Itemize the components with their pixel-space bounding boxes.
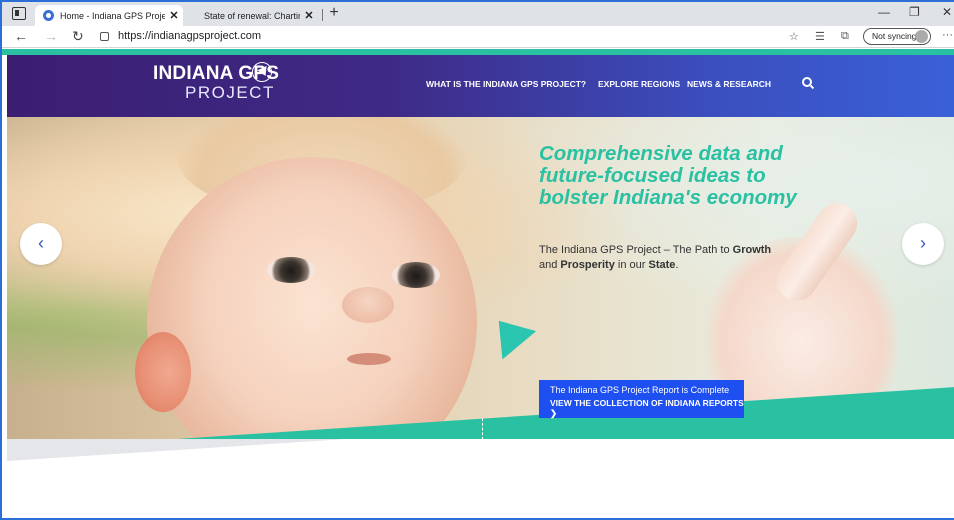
- hero-subtitle-text: in our: [614, 259, 649, 271]
- restore-button[interactable]: ❐: [909, 5, 920, 19]
- settings-menu-button[interactable]: ···: [942, 29, 953, 41]
- hero-subtitle-growth: Growth: [732, 244, 772, 256]
- logo-sub-text: PROJECT: [185, 83, 275, 102]
- tab-state-of-renewal[interactable]: State of renewal: Charting a new ✕: [190, 5, 318, 26]
- gray-wedge-shape: [7, 439, 347, 461]
- url-field[interactable]: https://indianagpsproject.com: [118, 30, 261, 42]
- hero-photo-nose: [342, 287, 394, 323]
- nav-news-research[interactable]: NEWS & RESEARCH: [687, 79, 771, 89]
- hero-subtitle-prosperity: Prosperity: [560, 259, 615, 271]
- tab-title: State of renewal: Charting a new: [204, 10, 300, 21]
- hero-photo-mouth: [347, 353, 391, 365]
- site-logo[interactable]: INDIANA GPS PROJECT: [153, 62, 279, 102]
- hero-subtitle: The Indiana GPS Project – The Path to Gr…: [539, 243, 789, 273]
- paper-plane-icon: [481, 306, 537, 360]
- back-button[interactable]: ←: [14, 28, 28, 44]
- close-tab-icon[interactable]: ✕: [300, 9, 318, 22]
- search-icon[interactable]: [802, 77, 812, 87]
- avatar: [915, 30, 928, 43]
- close-window-button[interactable]: ✕: [942, 5, 952, 19]
- nav-what-is[interactable]: WHAT IS THE INDIANA GPS PROJECT?: [426, 79, 586, 89]
- hero-subtitle-text: The Indiana GPS Project – The Path to: [539, 244, 733, 256]
- forward-button[interactable]: →: [44, 28, 58, 44]
- compass-icon: [252, 62, 272, 82]
- browser-window: Home - Indiana GPS Project ✕ State of re…: [0, 0, 954, 520]
- minimize-button[interactable]: —: [878, 5, 890, 19]
- tab-divider: [322, 9, 323, 21]
- hero-photo-eye: [392, 262, 440, 288]
- hero-subtitle-text: and: [539, 259, 561, 271]
- collections-icon[interactable]: ⧉: [841, 30, 849, 43]
- refresh-button[interactable]: ↻: [72, 28, 84, 45]
- sync-label: Not syncing: [872, 31, 917, 41]
- teal-wave-shape: [177, 387, 954, 439]
- hero-subtitle-state: State: [648, 259, 676, 271]
- scroll-indicator: [482, 418, 483, 440]
- cta-line1: The Indiana GPS Project Report is Comple…: [550, 385, 730, 395]
- hero-headline: Comprehensive data and future-focused id…: [539, 142, 797, 209]
- new-tab-button[interactable]: +: [326, 4, 342, 22]
- cta-line2: VIEW THE COLLECTION OF INDIANA REPORTS ❯: [550, 398, 744, 418]
- lock-icon[interactable]: [100, 32, 109, 41]
- nav-explore-regions[interactable]: EXPLORE REGIONS: [598, 79, 680, 89]
- site-favicon-icon: [43, 10, 54, 21]
- address-bar-row: ← → ↻ https://indianagpsproject.com ☆ ☰ …: [2, 26, 954, 48]
- tab-home[interactable]: Home - Indiana GPS Project ✕: [35, 5, 183, 26]
- slider-prev-button[interactable]: ‹: [20, 223, 62, 265]
- add-favorite-icon[interactable]: ☆: [789, 30, 799, 43]
- tab-bar: Home - Indiana GPS Project ✕ State of re…: [2, 2, 954, 26]
- hero-subtitle-text: .: [675, 259, 679, 271]
- slider-next-button[interactable]: ›: [902, 223, 944, 265]
- tab-actions-icon[interactable]: [12, 7, 26, 20]
- view-reports-button[interactable]: The Indiana GPS Project Report is Comple…: [539, 380, 744, 418]
- favorites-icon[interactable]: ☰: [815, 30, 825, 43]
- close-tab-icon[interactable]: ✕: [165, 9, 183, 22]
- tab-title: Home - Indiana GPS Project: [60, 10, 165, 21]
- hero-photo-eye: [267, 257, 315, 283]
- profile-sync-button[interactable]: Not syncing: [863, 28, 931, 45]
- site-header: INDIANA GPS PROJECT WHAT IS THE INDIANA …: [7, 55, 954, 117]
